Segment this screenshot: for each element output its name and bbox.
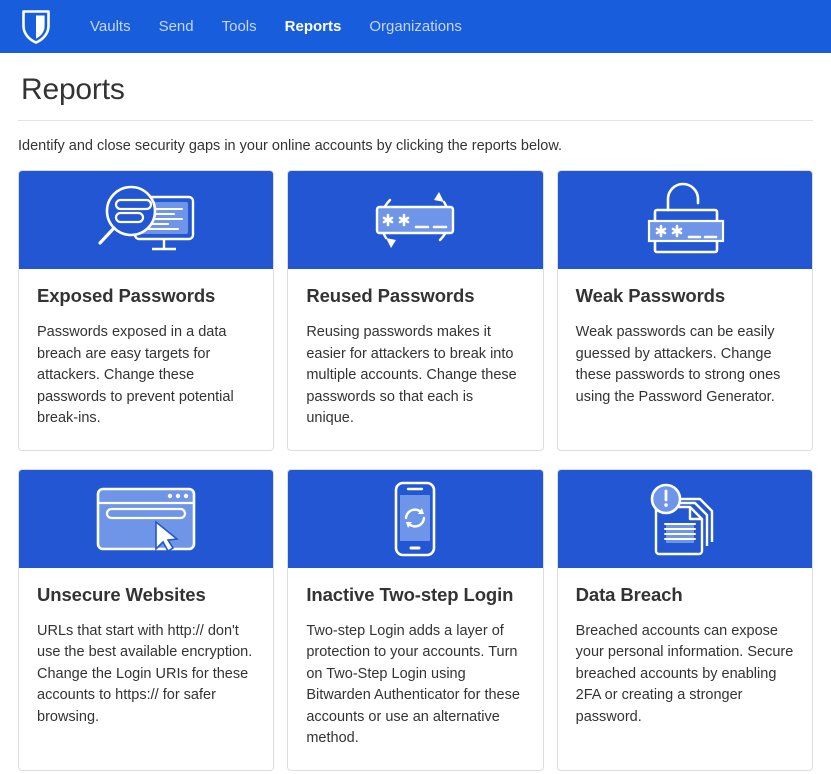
nav-link-tools[interactable]: Tools: [208, 0, 271, 53]
browser-window-cursor-icon: [90, 481, 202, 557]
card-banner: [19, 171, 273, 269]
card-body: Weak Passwords Weak passwords can be eas…: [558, 269, 812, 450]
card-banner: [19, 470, 273, 568]
nav-link-vaults[interactable]: Vaults: [76, 0, 145, 53]
reports-card-grid: Exposed Passwords Passwords exposed in a…: [18, 170, 813, 771]
mobile-phone-sync-icon: [385, 479, 445, 559]
page-content: Reports Identify and close security gaps…: [0, 53, 831, 771]
card-title: Reused Passwords: [306, 285, 524, 307]
card-description: Two-step Login adds a layer of protectio…: [306, 621, 524, 750]
card-description: URLs that start with http:// don't use t…: [37, 621, 255, 729]
top-navigation-bar: Vaults Send Tools Reports Organizations: [0, 0, 831, 53]
nav-links: Vaults Send Tools Reports Organizations: [76, 0, 476, 53]
card-body: Exposed Passwords Passwords exposed in a…: [19, 269, 273, 450]
card-title: Weak Passwords: [576, 285, 794, 307]
card-banner: [288, 171, 542, 269]
card-description: Reusing passwords makes it easier for at…: [306, 322, 524, 430]
report-card-weak-passwords[interactable]: Weak Passwords Weak passwords can be eas…: [557, 170, 813, 451]
card-title: Exposed Passwords: [37, 285, 255, 307]
password-field-refresh-icon: [360, 182, 470, 258]
card-description: Passwords exposed in a data breach are e…: [37, 322, 255, 430]
card-description: Breached accounts can expose your person…: [576, 621, 794, 729]
report-card-reused-passwords[interactable]: Reused Passwords Reusing passwords makes…: [287, 170, 543, 451]
open-padlock-password-icon: [635, 180, 735, 260]
card-body: Inactive Two-step Login Two-step Login a…: [288, 568, 542, 770]
report-card-unsecure-websites[interactable]: Unsecure Websites URLs that start with h…: [18, 469, 274, 771]
bitwarden-shield-icon[interactable]: [20, 8, 52, 46]
card-banner: [558, 171, 812, 269]
card-description: Weak passwords can be easily guessed by …: [576, 322, 794, 408]
report-card-exposed-passwords[interactable]: Exposed Passwords Passwords exposed in a…: [18, 170, 274, 451]
nav-link-reports[interactable]: Reports: [271, 0, 356, 53]
nav-link-send[interactable]: Send: [145, 0, 208, 53]
page-subtitle: Identify and close security gaps in your…: [18, 121, 813, 170]
report-card-inactive-two-step-login[interactable]: Inactive Two-step Login Two-step Login a…: [287, 469, 543, 771]
card-banner: [288, 470, 542, 568]
page-title: Reports: [18, 53, 813, 120]
card-body: Data Breach Breached accounts can expose…: [558, 568, 812, 770]
card-banner: [558, 470, 812, 568]
magnifier-over-monitor-icon: [91, 183, 201, 257]
card-title: Inactive Two-step Login: [306, 584, 524, 606]
card-title: Unsecure Websites: [37, 584, 255, 606]
documents-alert-icon: [642, 479, 728, 559]
report-card-data-breach[interactable]: Data Breach Breached accounts can expose…: [557, 469, 813, 771]
card-title: Data Breach: [576, 584, 794, 606]
card-body: Reused Passwords Reusing passwords makes…: [288, 269, 542, 450]
card-body: Unsecure Websites URLs that start with h…: [19, 568, 273, 770]
nav-link-organizations[interactable]: Organizations: [355, 0, 476, 53]
